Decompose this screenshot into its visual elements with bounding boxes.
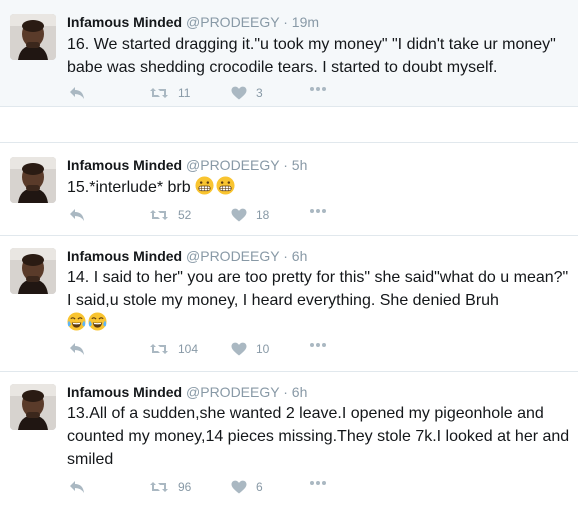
user-handle[interactable]: @PRODEEGY [186, 248, 279, 264]
more-icon [310, 87, 326, 91]
like-count: 10 [256, 342, 270, 356]
like-button[interactable]: 3 [231, 86, 263, 100]
more-button[interactable] [309, 342, 327, 348]
separator: · [283, 14, 288, 30]
tweet-header: Infamous Minded @PRODEEGY · 5h [67, 157, 307, 173]
tweet[interactable]: Infamous Minded @PRODEEGY · 19m 16. We s… [0, 0, 578, 107]
tweet-header: Infamous Minded @PRODEEGY · 6h [67, 384, 307, 400]
tears-of-joy-emoji-icon [88, 312, 107, 331]
timestamp[interactable]: 6h [292, 384, 308, 400]
reply-button[interactable] [69, 342, 86, 356]
more-button[interactable] [309, 86, 327, 92]
heart-icon [231, 342, 247, 356]
heart-icon [231, 208, 247, 222]
separator: · [283, 384, 288, 400]
retweet-button[interactable]: 104 [149, 342, 198, 356]
avatar[interactable] [10, 14, 56, 60]
tweet-text-content: 14. I said to her" you are too pretty fo… [67, 269, 569, 309]
retweet-button[interactable]: 96 [149, 480, 191, 494]
like-button[interactable]: 18 [231, 208, 269, 222]
timestamp[interactable]: 6h [292, 248, 308, 264]
reply-icon [70, 87, 84, 99]
retweet-icon [150, 88, 168, 98]
tweet-text-content: 16. We started dragging it."u took my mo… [67, 36, 556, 76]
reply-button[interactable] [69, 208, 86, 222]
separator: · [283, 248, 288, 264]
like-count: 18 [256, 208, 270, 222]
retweet-button[interactable]: 11 [149, 86, 190, 100]
tweet[interactable]: Infamous Minded @PRODEEGY · 6h 13.All of… [0, 372, 578, 505]
tweet[interactable]: Infamous Minded @PRODEEGY · 5h 15.*inter… [0, 142, 578, 236]
tweet-text: 15.*interlude* brb [67, 176, 572, 199]
tweet-actions: 11 3 [67, 86, 367, 106]
more-icon [310, 481, 326, 485]
retweet-icon [150, 344, 168, 354]
display-name[interactable]: Infamous Minded [67, 384, 182, 400]
like-count: 3 [256, 86, 263, 100]
display-name[interactable]: Infamous Minded [67, 14, 182, 30]
tweet-header: Infamous Minded @PRODEEGY · 19m [67, 14, 319, 30]
user-handle[interactable]: @PRODEEGY [186, 384, 279, 400]
tweet[interactable]: Infamous Minded @PRODEEGY · 6h 14. I sai… [0, 236, 578, 372]
more-icon [310, 209, 326, 213]
grimacing-emoji-icon [195, 176, 214, 195]
reply-button[interactable] [69, 86, 86, 100]
heart-icon [231, 480, 247, 494]
retweet-count: 52 [178, 208, 192, 222]
retweet-button[interactable]: 52 [149, 208, 191, 222]
tears-of-joy-emoji-icon [67, 312, 86, 331]
like-count: 6 [256, 480, 263, 494]
tweet-actions: 96 6 [67, 480, 367, 500]
tweet-text: 14. I said to her" you are too pretty fo… [67, 266, 572, 335]
like-button[interactable]: 6 [231, 480, 263, 494]
display-name[interactable]: Infamous Minded [67, 157, 182, 173]
reply-icon [70, 343, 84, 355]
tweet-header: Infamous Minded @PRODEEGY · 6h [67, 248, 307, 264]
retweet-icon [150, 482, 168, 492]
more-icon [310, 343, 326, 347]
more-button[interactable] [309, 208, 327, 214]
like-button[interactable]: 10 [231, 342, 269, 356]
reply-icon [70, 481, 84, 493]
retweet-count: 96 [178, 480, 192, 494]
avatar[interactable] [10, 157, 56, 203]
avatar[interactable] [10, 384, 56, 430]
timestamp[interactable]: 19m [292, 14, 319, 30]
tweet-actions: 52 18 [67, 208, 367, 228]
tweet-text: 16. We started dragging it."u took my mo… [67, 33, 572, 79]
more-button[interactable] [309, 480, 327, 486]
grimacing-emoji-icon [216, 176, 235, 195]
display-name[interactable]: Infamous Minded [67, 248, 182, 264]
tweet-text-content: 13.All of a sudden,she wanted 2 leave.I … [67, 405, 570, 468]
tweet-actions: 104 10 [67, 342, 367, 362]
avatar[interactable] [10, 248, 56, 294]
tweet-text: 13.All of a sudden,she wanted 2 leave.I … [67, 402, 572, 471]
timestamp[interactable]: 5h [292, 157, 308, 173]
user-handle[interactable]: @PRODEEGY [186, 14, 279, 30]
retweet-count: 104 [178, 342, 199, 356]
reply-button[interactable] [69, 480, 86, 494]
user-handle[interactable]: @PRODEEGY [186, 157, 279, 173]
tweet-text-content: 15.*interlude* brb [67, 179, 191, 196]
heart-icon [231, 86, 247, 100]
reply-icon [70, 209, 84, 221]
retweet-count: 11 [178, 86, 191, 100]
retweet-icon [150, 210, 168, 220]
separator: · [283, 157, 288, 173]
